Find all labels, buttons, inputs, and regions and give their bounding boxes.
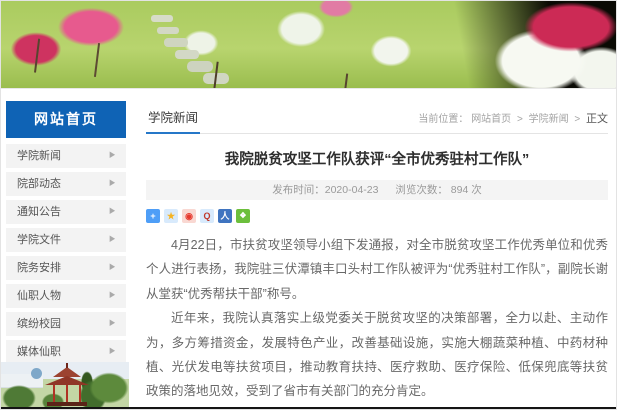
bottom-divider xyxy=(1,407,617,409)
breadcrumb-home-link[interactable]: 网站首页 xyxy=(471,114,511,125)
breadcrumb-prefix: 当前位置： xyxy=(418,114,468,125)
sidebar-item-dept-updates[interactable]: 院部动态 ▶ xyxy=(6,172,126,196)
sidebar-menu: 学院新闻 ▶ 院部动态 ▶ 通知公告 ▶ 学院文件 ▶ 院务安排 ▶ xyxy=(6,144,126,364)
view-count: 浏览次数： 894 次 xyxy=(395,184,481,196)
campus-blossom-banner-image xyxy=(1,1,617,89)
content-area: 学院新闻 当前位置： 网站首页 > 学院新闻 > 正文 我院脱贫攻坚工作队获评“… xyxy=(146,101,608,410)
pavilion-finial xyxy=(66,363,68,368)
article-paragraph: 近年来，我院认真落实上级党委关于脱贫攻坚的决策部署，全力以赴、主动作为，多方筹措… xyxy=(146,306,608,404)
breadcrumb-current: 正文 xyxy=(586,113,608,125)
chevron-right-icon: ▶ xyxy=(110,282,115,311)
chevron-right-icon: ▶ xyxy=(110,310,115,339)
sidebar-item-label: 缤纷校园 xyxy=(17,312,61,336)
chevron-right-icon: ▶ xyxy=(110,142,115,171)
sidebar-item-notices[interactable]: 通知公告 ▶ xyxy=(6,200,126,224)
article-title: 我院脱贫攻坚工作队获评“全市优秀驻村工作队” xyxy=(146,148,608,169)
publish-time: 发布时间：2020-04-23 xyxy=(272,184,378,196)
wechat-icon[interactable]: ❖ xyxy=(236,209,250,223)
chevron-right-icon: ▶ xyxy=(110,170,115,199)
tab-college-news[interactable]: 学院新闻 xyxy=(146,107,200,134)
page: 网站首页 学院新闻 ▶ 院部动态 ▶ 通知公告 ▶ 学院文件 ▶ xyxy=(0,0,617,410)
renren-icon[interactable]: 人 xyxy=(218,209,232,223)
tencent-weibo-icon[interactable]: Q xyxy=(200,209,214,223)
chevron-right-icon: ▶ xyxy=(110,198,115,227)
chevron-right-icon: ▶ xyxy=(110,254,115,283)
sina-weibo-icon[interactable]: ◉ xyxy=(182,209,196,223)
stone-path-decoration xyxy=(151,15,173,22)
pavilion-column xyxy=(66,385,68,402)
chevron-right-icon: ▶ xyxy=(110,226,115,255)
sidebar-item-schedule[interactable]: 院务安排 ▶ xyxy=(6,256,126,280)
sidebar-home-button[interactable]: 网站首页 xyxy=(6,101,126,138)
sidebar-item-media[interactable]: 媒体仙职 ▶ xyxy=(6,340,126,364)
content-header: 学院新闻 当前位置： 网站首页 > 学院新闻 > 正文 xyxy=(146,101,608,134)
breadcrumb-separator: > xyxy=(517,114,523,125)
breadcrumb-section-link[interactable]: 学院新闻 xyxy=(529,114,569,125)
breadcrumb: 当前位置： 网站首页 > 学院新闻 > 正文 xyxy=(418,110,608,133)
sidebar-item-college-documents[interactable]: 学院文件 ▶ xyxy=(6,228,126,252)
pavilion-column xyxy=(79,385,81,402)
campus-pavilion-photo xyxy=(1,362,129,407)
breadcrumb-separator: > xyxy=(574,114,580,125)
sidebar-item-label: 通知公告 xyxy=(17,200,61,224)
share-more-icon[interactable]: + xyxy=(146,209,160,223)
tree-trunks-decoration xyxy=(94,43,100,77)
sidebar-item-label: 学院新闻 xyxy=(17,144,61,168)
article-paragraph: 4月22日，市扶贫攻坚领导小组下发通报，对全市脱贫攻坚工作优秀单位和优秀个人进行… xyxy=(146,233,608,306)
sidebar-item-college-news[interactable]: 学院新闻 ▶ xyxy=(6,144,126,168)
sidebar-item-people[interactable]: 仙职人物 ▶ xyxy=(6,284,126,308)
sidebar-item-campus-life[interactable]: 缤纷校园 ▶ xyxy=(6,312,126,336)
sidebar-item-label: 学院文件 xyxy=(17,228,61,252)
article-meta-bar: 发布时间：2020-04-23 浏览次数： 894 次 xyxy=(146,180,608,200)
sidebar-item-label: 媒体仙职 xyxy=(17,340,61,364)
pavilion-base xyxy=(47,402,87,406)
sidebar-item-label: 院务安排 xyxy=(17,256,61,280)
sidebar-item-label: 院部动态 xyxy=(17,172,61,196)
sidebar-item-label: 仙职人物 xyxy=(17,284,61,308)
article-body: 4月22日，市扶贫攻坚领导小组下发通报，对全市脱贫攻坚工作优秀单位和优秀个人进行… xyxy=(146,233,608,404)
qzone-icon[interactable]: ★ xyxy=(164,209,178,223)
share-toolbar: + ★ ◉ Q 人 ❖ xyxy=(146,209,608,223)
pavilion-column xyxy=(53,385,55,402)
